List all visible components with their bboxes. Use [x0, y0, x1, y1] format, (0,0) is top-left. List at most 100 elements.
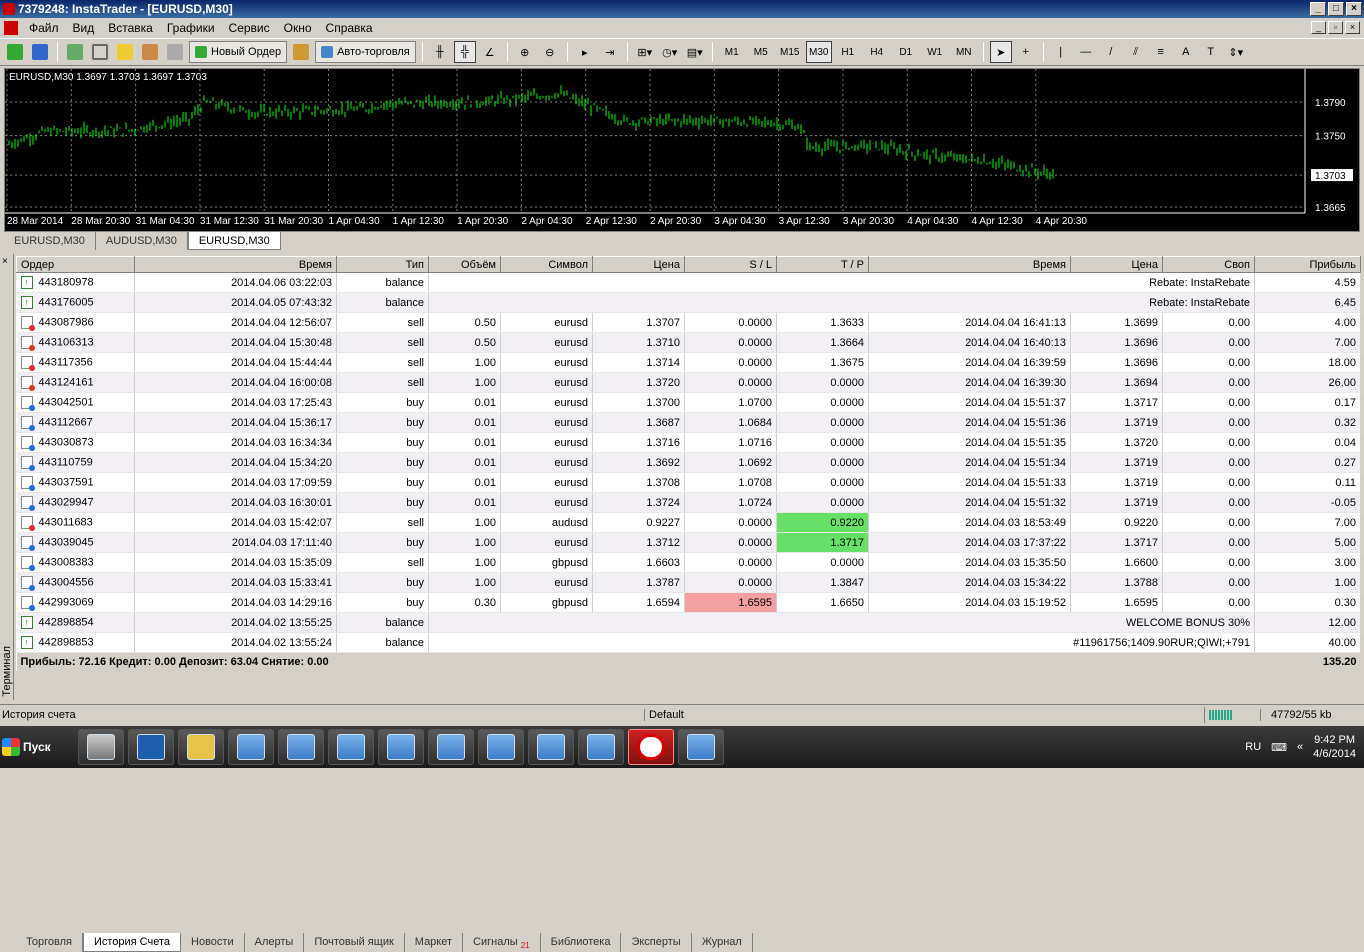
table-row[interactable]: 443039045 2014.04.03 17:11:40 buy 1.00 eurus…: [16, 532, 1361, 553]
tab-news[interactable]: Новости: [181, 933, 245, 952]
taskbar-app-explorer[interactable]: [178, 729, 224, 765]
table-row[interactable]: 443117356 2014.04.04 15:44:44 sell 1.00 euru…: [16, 352, 1361, 373]
chart-tab-eurusd[interactable]: EURUSD,M30: [4, 232, 96, 250]
language-indicator[interactable]: RU: [1245, 741, 1261, 753]
table-row[interactable]: 443004556 2014.04.03 15:33:41 buy 1.00 eurus…: [16, 572, 1361, 593]
fibo-icon[interactable]: ≡: [1150, 41, 1172, 63]
mdi-restore-button[interactable]: ▫: [1328, 21, 1343, 34]
market-watch-icon[interactable]: [64, 41, 86, 63]
navigator-icon[interactable]: [114, 41, 136, 63]
start-button[interactable]: Пуск: [2, 729, 58, 765]
taskbar-app-terminal[interactable]: [478, 729, 524, 765]
menu-tools[interactable]: Сервис: [222, 21, 277, 35]
column-header[interactable]: Объём: [428, 256, 501, 273]
channel-icon[interactable]: ⫽: [1125, 41, 1147, 63]
taskbar-app-powershell[interactable]: [128, 729, 174, 765]
taskbar-app-terminal[interactable]: [328, 729, 374, 765]
trendline-icon[interactable]: /: [1100, 41, 1122, 63]
horizontal-line-icon[interactable]: —: [1075, 41, 1097, 63]
text-icon[interactable]: A: [1175, 41, 1197, 63]
table-row[interactable]: 443124161 2014.04.04 16:00:08 sell 1.00 euru…: [16, 372, 1361, 393]
tf-d1[interactable]: D1: [893, 41, 919, 63]
table-row[interactable]: 443106313 2014.04.04 15:30:48 sell 0.50 euru…: [16, 332, 1361, 353]
bar-chart-icon[interactable]: ╫: [429, 41, 451, 63]
column-header[interactable]: Цена: [1070, 256, 1163, 273]
column-header[interactable]: S / L: [684, 256, 777, 273]
auto-trading-button[interactable]: Авто-торговля: [315, 41, 416, 63]
tab-signals[interactable]: Сигналы 21: [463, 933, 541, 952]
tf-m30[interactable]: M30: [805, 41, 832, 63]
tab-market[interactable]: Маркет: [405, 933, 464, 952]
table-row[interactable]: 443110759 2014.04.04 15:34:20 buy 0.01 eurus…: [16, 452, 1361, 473]
zoom-in-icon[interactable]: ⊕: [514, 41, 536, 63]
column-header[interactable]: Ордер: [16, 256, 135, 273]
tf-h4[interactable]: H4: [864, 41, 890, 63]
chart-shift-icon[interactable]: ⇥: [599, 41, 621, 63]
column-header[interactable]: Время: [134, 256, 337, 273]
table-row[interactable]: ↑ 442898853 2014.04.02 13:55:24 balance #119…: [16, 632, 1361, 653]
new-order-button[interactable]: Новый Ордер: [189, 41, 288, 63]
table-row[interactable]: 443011683 2014.04.03 15:42:07 sell 1.00 audu…: [16, 512, 1361, 533]
zoom-out-icon[interactable]: ⊖: [539, 41, 561, 63]
keyboard-icon[interactable]: ⌨: [1271, 741, 1287, 754]
tab-experts[interactable]: Эксперты: [621, 933, 692, 952]
taskbar-app-terminal[interactable]: [228, 729, 274, 765]
periods-icon[interactable]: ◷▾: [659, 41, 681, 63]
table-row[interactable]: 443008383 2014.04.03 15:35:09 sell 1.00 gbpu…: [16, 552, 1361, 573]
tester-icon[interactable]: [164, 41, 186, 63]
indicators-icon[interactable]: ⊞▾: [634, 41, 656, 63]
tab-journal[interactable]: Журнал: [692, 933, 753, 952]
chart-doc-icon[interactable]: [4, 21, 18, 35]
clock[interactable]: 9:42 PM 4/6/2014: [1313, 733, 1356, 761]
table-row[interactable]: 443112667 2014.04.04 15:36:17 buy 0.01 eurus…: [16, 412, 1361, 433]
column-header[interactable]: Цена: [592, 256, 685, 273]
column-header[interactable]: Тип: [336, 256, 429, 273]
tf-mn[interactable]: MN: [951, 41, 977, 63]
menu-help[interactable]: Справка: [319, 21, 380, 35]
table-row[interactable]: 443037591 2014.04.03 17:09:59 buy 0.01 eurus…: [16, 472, 1361, 493]
templates-icon[interactable]: ▤▾: [684, 41, 706, 63]
tf-m1[interactable]: M1: [719, 41, 745, 63]
taskbar-app-terminal[interactable]: [278, 729, 324, 765]
column-header[interactable]: Прибыль: [1254, 256, 1361, 273]
column-header[interactable]: Символ: [500, 256, 593, 273]
arrows-icon[interactable]: ⇕▾: [1225, 41, 1247, 63]
tab-trade[interactable]: Торговля: [16, 933, 83, 952]
crosshair-nav-icon[interactable]: [89, 41, 111, 63]
new-chart-icon[interactable]: [4, 41, 26, 63]
menu-charts[interactable]: Графики: [160, 21, 222, 35]
menu-insert[interactable]: Вставка: [101, 21, 160, 35]
table-row[interactable]: 443030873 2014.04.03 16:34:34 buy 0.01 eurus…: [16, 432, 1361, 453]
minimize-button[interactable]: _: [1310, 2, 1326, 16]
tray-expand-icon[interactable]: «: [1297, 741, 1303, 753]
crosshair-icon[interactable]: +: [1015, 41, 1037, 63]
close-button[interactable]: ×: [1346, 2, 1362, 16]
tab-library[interactable]: Библиотека: [541, 933, 622, 952]
metaeditor-icon[interactable]: [290, 41, 312, 63]
line-chart-icon[interactable]: ∠: [479, 41, 501, 63]
table-row[interactable]: 443087986 2014.04.04 12:56:07 sell 0.50 euru…: [16, 312, 1361, 333]
table-row[interactable]: 443029947 2014.04.03 16:30:01 buy 0.01 eurus…: [16, 492, 1361, 513]
tab-account-history[interactable]: История Счета: [82, 933, 182, 952]
table-row[interactable]: ↑ 443180978 2014.04.06 03:22:03 balance Reba…: [16, 272, 1361, 293]
column-header[interactable]: T / P: [776, 256, 869, 273]
taskbar-app-terminal[interactable]: [678, 729, 724, 765]
tf-w1[interactable]: W1: [922, 41, 948, 63]
mdi-close-button[interactable]: ×: [1345, 21, 1360, 34]
maximize-button[interactable]: □: [1328, 2, 1344, 16]
tab-mailbox[interactable]: Почтовый ящик: [304, 933, 405, 952]
tf-h1[interactable]: H1: [835, 41, 861, 63]
taskbar-app-instatrader[interactable]: [628, 729, 674, 765]
taskbar-app-terminal[interactable]: [578, 729, 624, 765]
taskbar-app-server[interactable]: [78, 729, 124, 765]
profiles-icon[interactable]: [29, 41, 51, 63]
autoscroll-icon[interactable]: ▸: [574, 41, 596, 63]
chart-tab-eurusd-active[interactable]: EURUSD,M30: [187, 232, 281, 250]
candlestick-chart-icon[interactable]: ╬: [453, 41, 476, 63]
table-row[interactable]: 442993069 2014.04.03 14:29:16 buy 0.30 gbpus…: [16, 592, 1361, 613]
column-header[interactable]: Время: [868, 256, 1071, 273]
taskbar-app-terminal[interactable]: [528, 729, 574, 765]
column-header[interactable]: Своп: [1162, 256, 1255, 273]
chart-tab-audusd[interactable]: AUDUSD,M30: [96, 232, 188, 250]
taskbar-app-terminal[interactable]: [428, 729, 474, 765]
